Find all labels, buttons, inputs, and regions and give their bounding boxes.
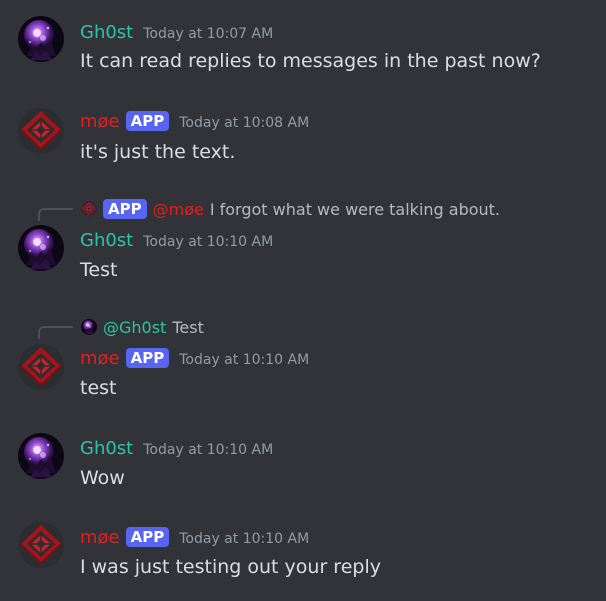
avatar[interactable] [18,225,64,271]
reply-spine [38,326,73,339]
reply-avatar [81,319,97,335]
avatar[interactable] [18,344,64,390]
app-badge: APP [103,199,147,219]
reply-mention[interactable]: @møe [153,200,204,219]
username[interactable]: Gh0st [80,230,133,252]
reply-avatar [81,201,97,217]
moe-avatar-icon [18,344,64,390]
message-content: it's just the text. [80,141,236,163]
message-header: møe APP Today at 10:10 AM [80,527,309,549]
message-content: I was just testing out your reply [80,556,381,578]
message-content: Wow [80,467,125,489]
avatar[interactable] [18,16,64,62]
timestamp: Today at 10:10 AM [179,531,310,547]
ghost-avatar-icon [18,225,64,271]
timestamp: Today at 10:10 AM [143,234,274,250]
message-header: møe APP Today at 10:10 AM [80,348,309,370]
message-header: Gh0st Today at 10:07 AM [80,22,273,44]
ghost-avatar-icon [81,319,97,335]
reply-mention[interactable]: @Gh0st [103,318,166,337]
username[interactable]: møe [80,348,120,370]
app-badge: APP [125,527,170,547]
username[interactable]: Gh0st [80,22,133,44]
message-header: Gh0st Today at 10:10 AM [80,438,273,460]
moe-avatar-icon [18,522,64,568]
moe-avatar-icon [18,108,64,154]
reply-text[interactable]: Test [172,318,204,337]
reply-preview[interactable]: APP @møe I forgot what we were talking a… [81,199,500,219]
ghost-avatar-icon [18,16,64,62]
timestamp: Today at 10:07 AM [143,26,274,42]
moe-avatar-icon [81,201,97,217]
timestamp: Today at 10:08 AM [179,115,310,131]
message-header: Gh0st Today at 10:10 AM [80,230,273,252]
message-header: møe APP Today at 10:08 AM [80,111,309,133]
reply-spine [38,208,73,221]
timestamp: Today at 10:10 AM [143,442,274,458]
username[interactable]: Gh0st [80,438,133,460]
avatar[interactable] [18,433,64,479]
message-content: It can read replies to messages in the p… [80,50,541,72]
avatar[interactable] [18,108,64,154]
reply-text[interactable]: I forgot what we were talking about. [210,200,500,219]
message-content: Test [80,259,118,281]
app-badge: APP [125,348,170,368]
reply-preview[interactable]: @Gh0st Test [81,317,204,337]
username[interactable]: møe [80,111,120,133]
ghost-avatar-icon [18,433,64,479]
app-badge: APP [125,111,170,131]
username[interactable]: møe [80,527,120,549]
message-content: test [80,377,117,399]
message-list: Gh0st Today at 10:07 AM It can read repl… [0,0,606,601]
timestamp: Today at 10:10 AM [179,352,310,368]
avatar[interactable] [18,522,64,568]
